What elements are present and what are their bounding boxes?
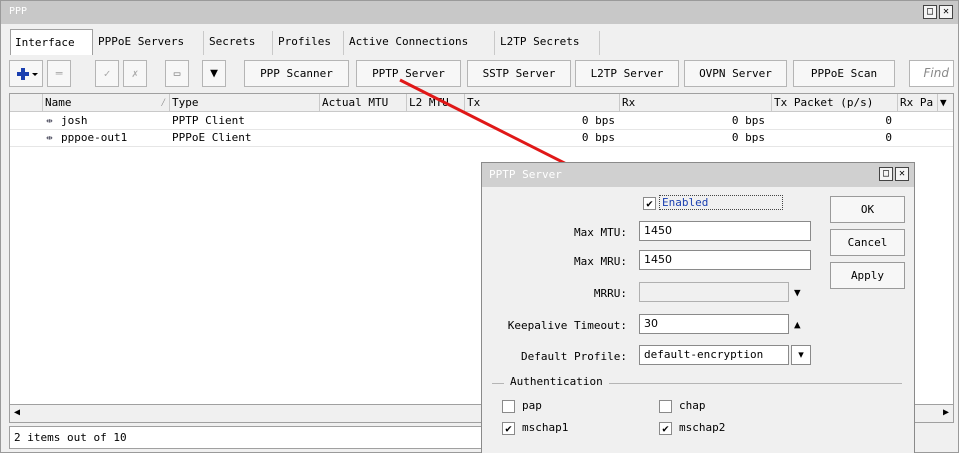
max-mtu-input[interactable]: 1450 — [639, 221, 811, 241]
check-icon: ✓ — [103, 67, 111, 80]
apply-button[interactable]: Apply — [830, 262, 905, 289]
pppoe-scan-button[interactable]: PPPoE Scan — [793, 60, 895, 87]
sort-icon: ⁄ — [160, 96, 167, 109]
default-profile-select[interactable]: default-encryption — [639, 345, 789, 365]
column-header-tx[interactable]: Tx — [465, 94, 620, 112]
table-row[interactable]: ⇹ josh PPTP Client 0 bps 0 bps 0 — [10, 113, 953, 129]
tab-profiles[interactable]: Profiles — [274, 31, 344, 55]
status-bar: 2 items out of 10 — [9, 426, 482, 449]
mrru-dropdown-icon[interactable]: ▼ — [794, 286, 801, 299]
columns-menu-button[interactable]: ▼ — [938, 94, 953, 112]
tab-l2tp-secrets[interactable]: L2TP Secrets — [496, 31, 600, 55]
pap-checkbox[interactable] — [502, 400, 515, 413]
x-icon: ✗ — [131, 67, 139, 80]
row-tx-packet: 0 — [885, 114, 892, 127]
interface-icon: ⇹ — [46, 114, 53, 127]
row-tx: 0 bps — [581, 114, 615, 127]
row-rx: 0 bps — [731, 131, 765, 144]
row-type: PPTP Client — [172, 114, 245, 127]
keepalive-input[interactable]: 30 — [639, 314, 789, 334]
tab-pppoe-servers[interactable]: PPPoE Servers — [94, 31, 204, 55]
minus-icon: ═ — [55, 67, 63, 80]
mrru-label: MRRU: — [593, 287, 627, 300]
mschap1-label: mschap1 — [522, 421, 569, 434]
scroll-left-icon[interactable]: ◀ — [14, 407, 20, 418]
pap-label: pap — [522, 399, 542, 412]
tab-interface[interactable]: Interface — [10, 29, 93, 55]
remove-button[interactable]: ═ — [47, 60, 71, 87]
disable-button[interactable]: ✗ — [123, 60, 147, 87]
row-rx: 0 bps — [731, 114, 765, 127]
chap-checkbox[interactable] — [659, 400, 672, 413]
close-icon[interactable]: ✕ — [939, 5, 953, 19]
keepalive-collapse-icon[interactable]: ▲ — [794, 318, 801, 331]
profile-dropdown-button[interactable]: ▾ — [791, 345, 811, 365]
sstp-server-button[interactable]: SSTP Server — [467, 60, 571, 87]
pptp-server-button[interactable]: PPTP Server — [356, 60, 461, 87]
authentication-header: Authentication — [504, 375, 609, 388]
l2tp-server-button[interactable]: L2TP Server — [575, 60, 679, 87]
maximize-icon[interactable]: □ — [879, 167, 893, 181]
row-divider — [10, 146, 953, 147]
header-spacer — [10, 94, 43, 112]
tab-secrets[interactable]: Secrets — [205, 31, 273, 55]
row-tx-packet: 0 — [885, 131, 892, 144]
enabled-label[interactable]: Enabled — [659, 195, 784, 210]
toolbar: ═ ✓ ✗ ▭ ▼ PPP Scanner PPTP Server SSTP S… — [9, 60, 954, 87]
ok-button[interactable]: OK — [830, 196, 905, 223]
column-header-type[interactable]: Type — [170, 94, 320, 112]
mschap2-checkbox[interactable]: ✔ — [659, 422, 672, 435]
chap-label: chap — [679, 399, 706, 412]
scroll-right-icon[interactable]: ▶ — [943, 407, 949, 418]
plus-icon — [17, 68, 38, 80]
interface-icon: ⇹ — [46, 131, 53, 144]
caret-down-icon: ▼ — [940, 96, 947, 109]
chevron-down-icon: ▾ — [798, 348, 804, 361]
mschap1-checkbox[interactable]: ✔ — [502, 422, 515, 435]
tab-active-connections[interactable]: Active Connections — [345, 31, 495, 55]
column-header-tx-packet[interactable]: Tx Packet (p/s) — [772, 94, 898, 112]
add-button[interactable] — [9, 60, 43, 87]
column-header-rx[interactable]: Rx — [620, 94, 772, 112]
row-type: PPPoE Client — [172, 131, 252, 144]
ovpn-server-button[interactable]: OVPN Server — [684, 60, 787, 87]
max-mru-label: Max MRU: — [574, 255, 627, 268]
row-name: josh — [61, 114, 88, 127]
table-header: Name ⁄ Type Actual MTU L2 MTU Tx Rx Tx Pa… — [10, 94, 953, 112]
ppp-scanner-button[interactable]: PPP Scanner — [244, 60, 349, 87]
window-titlebar[interactable]: PPP □ ✕ — [1, 1, 958, 24]
column-header-l2-mtu[interactable]: L2 MTU — [407, 94, 465, 112]
keepalive-label: Keepalive Timeout: — [507, 319, 627, 332]
mrru-input[interactable] — [639, 282, 789, 302]
cancel-button[interactable]: Cancel — [830, 229, 905, 256]
enabled-checkbox[interactable]: ✔ — [643, 197, 656, 210]
close-icon[interactable]: ✕ — [895, 167, 909, 181]
max-mtu-label: Max MTU: — [574, 226, 627, 239]
window-title: PPP — [9, 6, 28, 17]
column-header-actual-mtu[interactable]: Actual MTU — [320, 94, 407, 112]
dialog-titlebar[interactable]: PPTP Server □ ✕ — [482, 163, 914, 187]
column-header-rx-packet[interactable]: Rx Pa — [898, 94, 938, 112]
comment-button[interactable]: ▭ — [165, 60, 189, 87]
note-icon: ▭ — [173, 67, 181, 80]
table-row[interactable]: ⇹ pppoe-out1 PPPoE Client 0 bps 0 bps 0 — [10, 130, 953, 146]
pptp-server-dialog: PPTP Server □ ✕ ✔ Enabled Max MTU: 1450 … — [481, 162, 915, 453]
filter-button[interactable]: ▼ — [202, 60, 226, 87]
row-name: pppoe-out1 — [61, 131, 128, 144]
row-tx: 0 bps — [581, 131, 615, 144]
max-mru-input[interactable]: 1450 — [639, 250, 811, 270]
column-header-name[interactable]: Name ⁄ — [43, 94, 170, 112]
mschap2-label: mschap2 — [679, 421, 726, 434]
default-profile-label: Default Profile: — [521, 350, 627, 363]
enable-button[interactable]: ✓ — [95, 60, 119, 87]
maximize-icon[interactable]: □ — [923, 5, 937, 19]
filter-icon: ▼ — [210, 66, 218, 81]
find-input[interactable]: Find — [909, 60, 954, 87]
dialog-title: PPTP Server — [489, 168, 562, 181]
